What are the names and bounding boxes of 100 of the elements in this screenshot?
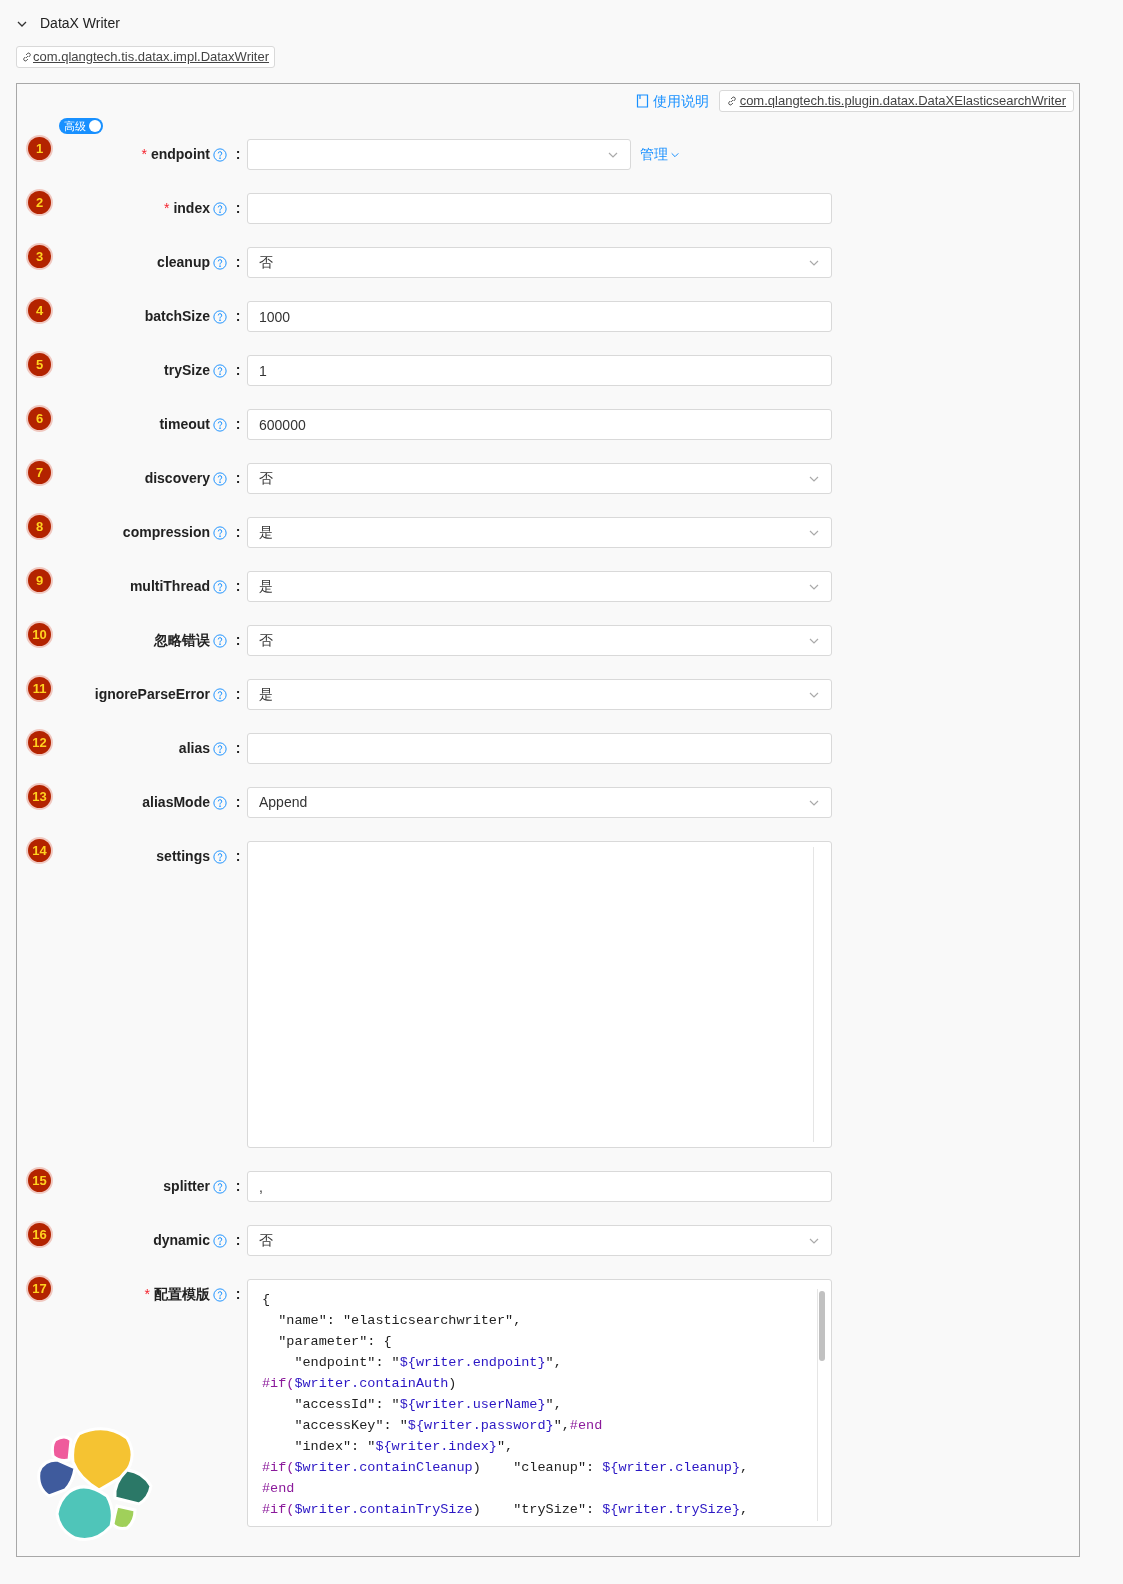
code-line: #if($writer.containAuth) bbox=[262, 1375, 457, 1393]
step-number-badge: 2 bbox=[28, 191, 51, 214]
help-icon[interactable] bbox=[213, 1287, 227, 1302]
class-link[interactable]: com.qlangtech.tis.datax.impl.DataxWriter bbox=[16, 46, 276, 68]
help-icon[interactable] bbox=[213, 255, 227, 270]
colon: : bbox=[234, 253, 242, 272]
help-icon[interactable] bbox=[213, 849, 227, 864]
text-field[interactable]: , bbox=[247, 1171, 832, 1202]
colon: : bbox=[234, 307, 242, 326]
colon: : bbox=[234, 793, 242, 812]
field-label: dynamic bbox=[153, 1231, 210, 1250]
step-number-badge: 6 bbox=[28, 407, 51, 430]
help-icon[interactable] bbox=[213, 1179, 227, 1194]
field-label: 配置模版 bbox=[154, 1285, 210, 1304]
step-number-badge: 16 bbox=[28, 1223, 51, 1246]
step-number-badge: 1 bbox=[28, 137, 51, 160]
field-label: ignoreParseError bbox=[94, 685, 210, 704]
step-number-badge: 3 bbox=[28, 245, 51, 268]
step-number-badge: 4 bbox=[28, 299, 51, 322]
colon: : bbox=[234, 739, 242, 758]
colon: : bbox=[234, 847, 242, 866]
text-field[interactable]: 600000 bbox=[247, 409, 832, 440]
code-line: "name": "elasticsearchwriter", bbox=[277, 1312, 522, 1330]
help-icon[interactable] bbox=[213, 309, 227, 324]
select-field[interactable]: Append bbox=[247, 787, 832, 818]
field-label: trySize bbox=[164, 361, 210, 380]
select-field[interactable]: 是 bbox=[247, 679, 832, 710]
field-label: discovery bbox=[144, 469, 210, 488]
colon: : bbox=[234, 469, 242, 488]
scrollbar[interactable] bbox=[817, 1289, 826, 1521]
step-number-badge: 7 bbox=[28, 461, 51, 484]
help-icon[interactable] bbox=[213, 201, 227, 216]
field-label: timeout bbox=[159, 415, 210, 434]
select-field[interactable]: 否 bbox=[247, 625, 832, 656]
help-icon[interactable] bbox=[213, 525, 227, 540]
code-line: "index": "${writer.index}", bbox=[293, 1438, 514, 1456]
select-field[interactable]: 是 bbox=[247, 571, 832, 602]
code-editor[interactable] bbox=[247, 1279, 832, 1527]
colon: : bbox=[234, 199, 242, 218]
help-icon[interactable] bbox=[213, 1233, 227, 1248]
required-asterisk: * bbox=[141, 145, 147, 164]
step-number-badge: 11 bbox=[28, 677, 51, 700]
required-asterisk: * bbox=[163, 199, 170, 218]
help-icon[interactable] bbox=[213, 363, 227, 378]
help-icon[interactable] bbox=[213, 579, 227, 594]
help-icon[interactable] bbox=[213, 633, 227, 648]
field-label: aliasMode bbox=[142, 793, 210, 812]
text-field[interactable] bbox=[247, 733, 832, 764]
colon: : bbox=[234, 631, 242, 650]
link-icon bbox=[22, 52, 32, 62]
field-label: alias bbox=[178, 739, 210, 758]
colon: : bbox=[234, 361, 242, 380]
step-number-badge: 5 bbox=[28, 353, 51, 376]
colon: : bbox=[234, 685, 242, 704]
select-field[interactable] bbox=[247, 139, 631, 170]
colon: : bbox=[234, 1177, 242, 1196]
step-number-badge: 14 bbox=[28, 839, 51, 862]
code-line: "endpoint": "${writer.endpoint}", bbox=[293, 1354, 562, 1372]
field-label: splitter bbox=[163, 1177, 210, 1196]
code-line: "accessId": "${writer.userName}", bbox=[293, 1396, 562, 1414]
field-label: compression bbox=[122, 523, 210, 542]
code-line: #if($writer.containCleanup) "cleanup": ${writer.cleanup}, bbox=[262, 1459, 749, 1477]
section-title: DataX Writer bbox=[40, 14, 120, 33]
code-line: #end bbox=[262, 1480, 295, 1498]
required-asterisk: * bbox=[144, 1285, 150, 1304]
field-label: 忽略错误 bbox=[154, 631, 210, 650]
help-icon[interactable] bbox=[213, 687, 227, 702]
step-number-badge: 9 bbox=[28, 569, 51, 592]
text-field[interactable]: 1000 bbox=[247, 301, 832, 332]
select-field[interactable]: 否 bbox=[247, 463, 832, 494]
plugin-class-link[interactable]: com.qlangtech.tis.plugin.datax.DataXElasticsearchWriter bbox=[718, 90, 1074, 112]
help-icon[interactable] bbox=[213, 471, 227, 486]
field-label: cleanup bbox=[157, 253, 210, 272]
text-field[interactable] bbox=[247, 193, 832, 224]
text-field[interactable]: 1 bbox=[247, 355, 832, 386]
help-icon[interactable] bbox=[213, 417, 227, 432]
field-label: endpoint bbox=[150, 145, 210, 164]
help-icon[interactable] bbox=[213, 741, 227, 756]
code-line: { bbox=[262, 1291, 271, 1309]
colon: : bbox=[234, 1285, 242, 1304]
select-field[interactable]: 否 bbox=[247, 247, 832, 278]
field-label: batchSize bbox=[144, 307, 210, 326]
step-number-badge: 13 bbox=[28, 785, 51, 808]
code-line: #if($writer.containTrySize) "trySize": ${writer.trySize}, bbox=[262, 1501, 749, 1519]
select-field[interactable]: 否 bbox=[247, 1225, 832, 1256]
field-label: multiThread bbox=[129, 577, 210, 596]
colon: : bbox=[234, 523, 242, 542]
colon: : bbox=[234, 145, 242, 164]
step-number-badge: 10 bbox=[28, 623, 51, 646]
link-icon bbox=[726, 96, 737, 106]
code-line: "accessKey": "${writer.password}",#end bbox=[293, 1417, 603, 1435]
step-number-badge: 8 bbox=[28, 515, 51, 538]
help-icon[interactable] bbox=[213, 147, 227, 162]
help-icon[interactable] bbox=[213, 795, 227, 810]
field-label: index bbox=[173, 199, 210, 218]
select-field[interactable]: 是 bbox=[247, 517, 832, 548]
code-line: "parameter": { bbox=[277, 1333, 392, 1351]
step-number-badge: 12 bbox=[28, 731, 51, 754]
colon: : bbox=[234, 577, 242, 596]
step-number-badge: 17 bbox=[28, 1277, 51, 1300]
